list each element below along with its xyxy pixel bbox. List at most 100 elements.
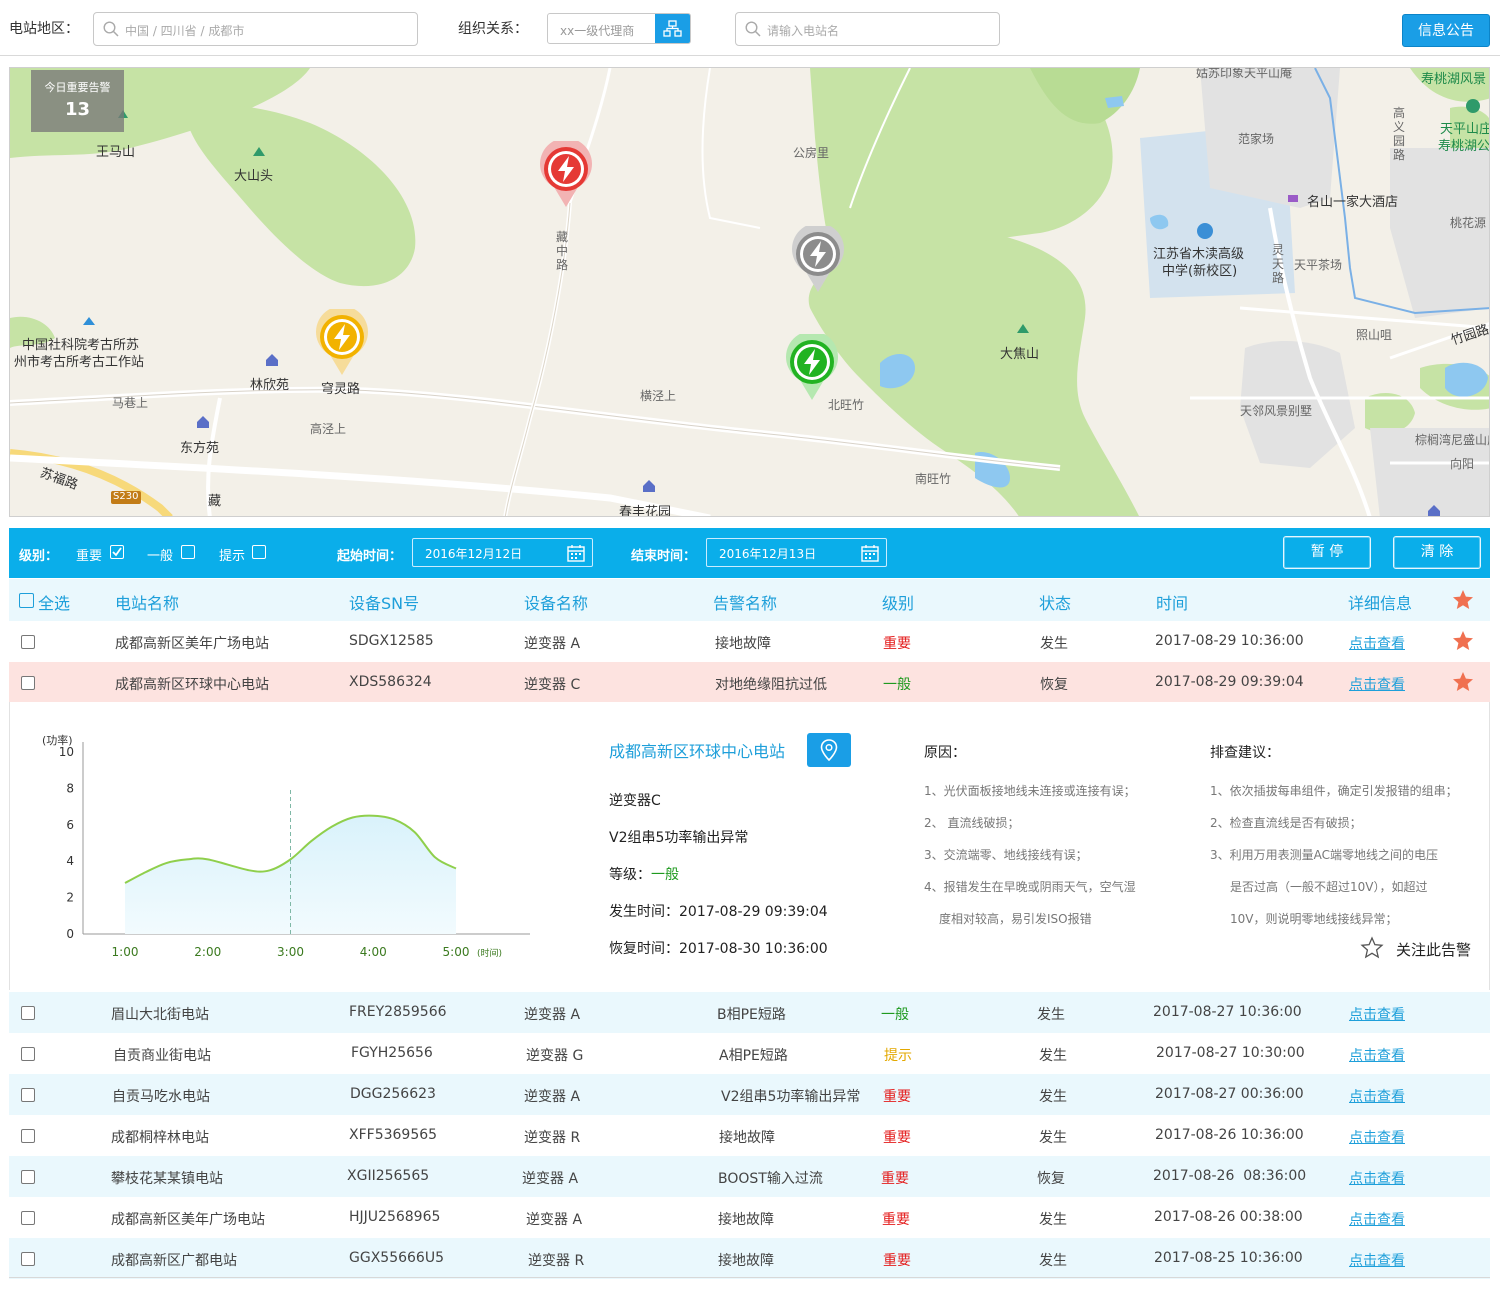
x-tick-label: 1:00 [112,945,139,959]
row-checkbox[interactable] [21,1006,35,1020]
map-label: 南旺竹 [915,472,952,486]
row-checkbox[interactable] [21,1252,35,1266]
level-hint-checkbox[interactable] [252,545,266,559]
map-label: 藏 [208,494,222,509]
cell-status: 发生 [1039,1130,1067,1146]
station-pin-green[interactable] [784,334,840,402]
cell-time: 2017-08-27 10:30:00 [1156,1045,1305,1061]
advice-item: 是否过高（一般不超过10V），如超过 [1230,880,1428,894]
detail-link[interactable]: 点击查看 [1349,1168,1405,1188]
detail-link[interactable]: 点击查看 [1349,1250,1405,1270]
table-row[interactable]: 自贡马吃水电站 DGG256623 逆变器 A V2组串5功率输出异常 重要 发… [9,1074,1490,1115]
detail-link[interactable]: 点击查看 [1349,1086,1405,1106]
level-general-checkbox[interactable] [181,545,195,559]
station-pin-red[interactable] [538,141,594,209]
select-all-checkbox[interactable] [19,593,34,608]
cell-sn: XGII256565 [347,1168,430,1184]
station-map[interactable]: 今日重要告警 13 王马山 大山头 公房里 藏中路 中国社科院考古所苏 州市考古… [9,67,1490,517]
cell-alarm: 接地故障 [719,1130,775,1146]
org-tree-button[interactable] [655,14,690,43]
detail-link[interactable]: 点击查看 [1349,674,1405,694]
end-date-input[interactable]: 2016年12月13日 [706,538,887,567]
station-pin-grey[interactable] [790,226,846,294]
row-checkbox[interactable] [21,1088,35,1102]
power-chart: 0 2 4 6 8 10(功率) 1:00 2:00 3:00 4:00 5:00 (时间) [42,733,530,959]
x-tick-label: 5:00 [443,945,470,959]
detail-device: 逆变器C [609,793,661,809]
advice-item: 1、依次插拔每串组件，确定引发报错的组串； [1210,784,1458,798]
locate-station-button[interactable] [807,733,851,767]
region-select[interactable]: 中国 / 四川省 / 成都市 [93,12,418,46]
cell-status: 发生 [1037,1007,1065,1023]
detail-link[interactable]: 点击查看 [1349,1045,1405,1065]
detail-station-name: 成都高新区环球中心电站 [609,742,786,761]
search-icon [103,21,119,37]
clear-button[interactable]: 清 除 [1393,536,1481,569]
map-label: 林欣苑 [250,378,290,393]
cell-sn: SDGX12585 [349,633,434,649]
notice-button[interactable]: 信息公告 [1402,14,1490,47]
search-icon [745,21,761,37]
table-row[interactable]: 眉山大北街电站 FREY2859566 逆变器 A B相PE短路 一般 发生 2… [9,992,1490,1033]
level-important-checkbox[interactable] [110,545,124,559]
map-label: 姑苏印象天平山庵 [1196,67,1293,80]
cell-station: 成都高新区广都电站 [111,1253,237,1269]
station-search-placeholder: 请输入电站名 [767,24,840,38]
station-search-input[interactable]: 请输入电站名 [735,12,1000,46]
cell-station: 成都高新区美年广场电站 [111,1212,265,1228]
table-row[interactable]: 自贡商业街电站 FGYH25656 逆变器 G A相PE短路 提示 发生 201… [9,1033,1490,1074]
start-date-input[interactable]: 2016年12月12日 [412,538,593,567]
cell-level: 重要 [883,1253,911,1269]
map-label: 高泾上 [310,422,347,436]
star-icon[interactable] [1451,670,1475,694]
cell-device: 逆变器 A [524,1089,581,1105]
detail-occur-time: 发生时间：2017-08-29 09:39:04 [609,904,828,920]
cell-level: 重要 [883,636,911,652]
cell-station: 自贡马吃水电站 [112,1089,210,1105]
table-row[interactable]: 成都高新区广都电站 GGX55666U5 逆变器 R 接地故障 重要 发生 20… [9,1238,1490,1279]
detail-link[interactable]: 点击查看 [1349,1004,1405,1024]
map-label: 大焦山 [1000,347,1040,362]
row-checkbox[interactable] [21,1211,35,1225]
row-checkbox[interactable] [21,1170,35,1184]
reason-item: 4、报错发生在早晚或阴雨天气，空气湿 [924,880,1136,894]
table-bottom-border [9,1277,1490,1278]
detail-link[interactable]: 点击查看 [1349,633,1405,653]
star-icon[interactable] [1451,588,1475,612]
pause-button[interactable]: 暂 停 [1283,536,1371,569]
y-axis-label: (功率) [42,733,73,747]
end-time-label: 结束时间： [631,549,697,564]
select-all-label[interactable]: 全选 [38,590,70,614]
cell-sn: GGX55666U5 [349,1250,444,1266]
star-icon[interactable] [1451,629,1475,653]
cell-time: 2017-08-26 08:36:00 [1153,1168,1307,1184]
table-row[interactable]: 成都桐梓林电站 XFF5369565 逆变器 R 接地故障 重要 发生 2017… [9,1115,1490,1156]
table-row[interactable]: 成都高新区美年广场电站 HJJU2568965 逆变器 A 接地故障 重要 发生… [9,1197,1490,1238]
table-row[interactable]: 成都高新区美年广场电站 SDGX12585 逆变器 A 接地故障 重要 发生 2… [9,621,1490,662]
cell-alarm: 对地绝缘阻抗过低 [715,677,827,693]
detail-level-label: 等级： [609,867,651,883]
row-checkbox[interactable] [21,1047,35,1061]
org-select[interactable]: xx一级代理商 [547,13,691,44]
row-checkbox[interactable] [21,635,35,649]
x-tick-label: 2:00 [194,945,221,959]
level-important-label: 重要 [76,549,103,564]
col-status: 状态 [1039,594,1072,613]
follow-alarm-label: 关注此告警 [1396,941,1472,959]
cell-alarm: 接地故障 [715,636,771,652]
col-level: 级别 [882,594,915,613]
row-checkbox[interactable] [21,676,35,690]
map-label: 照山咀 [1356,328,1393,342]
detail-link[interactable]: 点击查看 [1349,1127,1405,1147]
map-label: 王马山 [96,145,136,160]
detail-link[interactable]: 点击查看 [1349,1209,1405,1229]
table-row[interactable]: 攀枝花某某镇电站 XGII256565 逆变器 A BOOST输入过流 重要 恢… [9,1156,1490,1197]
col-alarm: 告警名称 [713,594,778,613]
org-placeholder: xx一级代理商 [560,24,635,38]
map-label: 棕榈湾尼盛山庄 [1415,433,1489,447]
today-alert-counter[interactable]: 今日重要告警 13 [31,70,124,132]
table-row-selected[interactable]: 成都高新区环球中心电站 XDS586324 逆变器 C 对地绝缘阻抗过低 一般 … [9,662,1490,703]
row-checkbox[interactable] [21,1129,35,1143]
map-label: 东方苑 [180,441,220,456]
station-pin-yellow[interactable] [314,309,370,377]
